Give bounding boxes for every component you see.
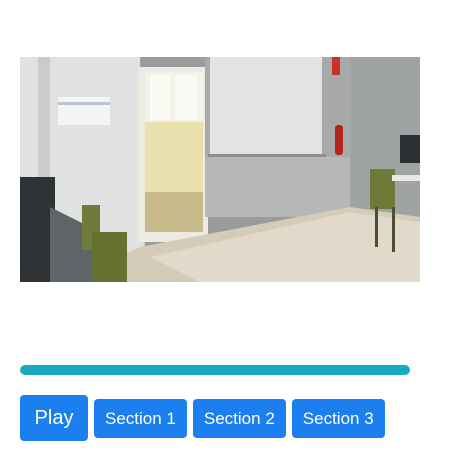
progress-bar[interactable] bbox=[20, 365, 410, 375]
section-1-button[interactable]: Section 1 bbox=[94, 399, 187, 438]
progress-bar-fill bbox=[20, 365, 410, 375]
section-3-button[interactable]: Section 3 bbox=[291, 399, 385, 438]
play-button[interactable]: Play bbox=[20, 395, 88, 441]
section-2-button[interactable]: Section 2 bbox=[192, 399, 286, 438]
video-controls: Play Section 1 Section 2 Section 3 bbox=[20, 395, 385, 441]
video-player[interactable] bbox=[20, 57, 420, 282]
video-frame-image bbox=[20, 57, 420, 282]
